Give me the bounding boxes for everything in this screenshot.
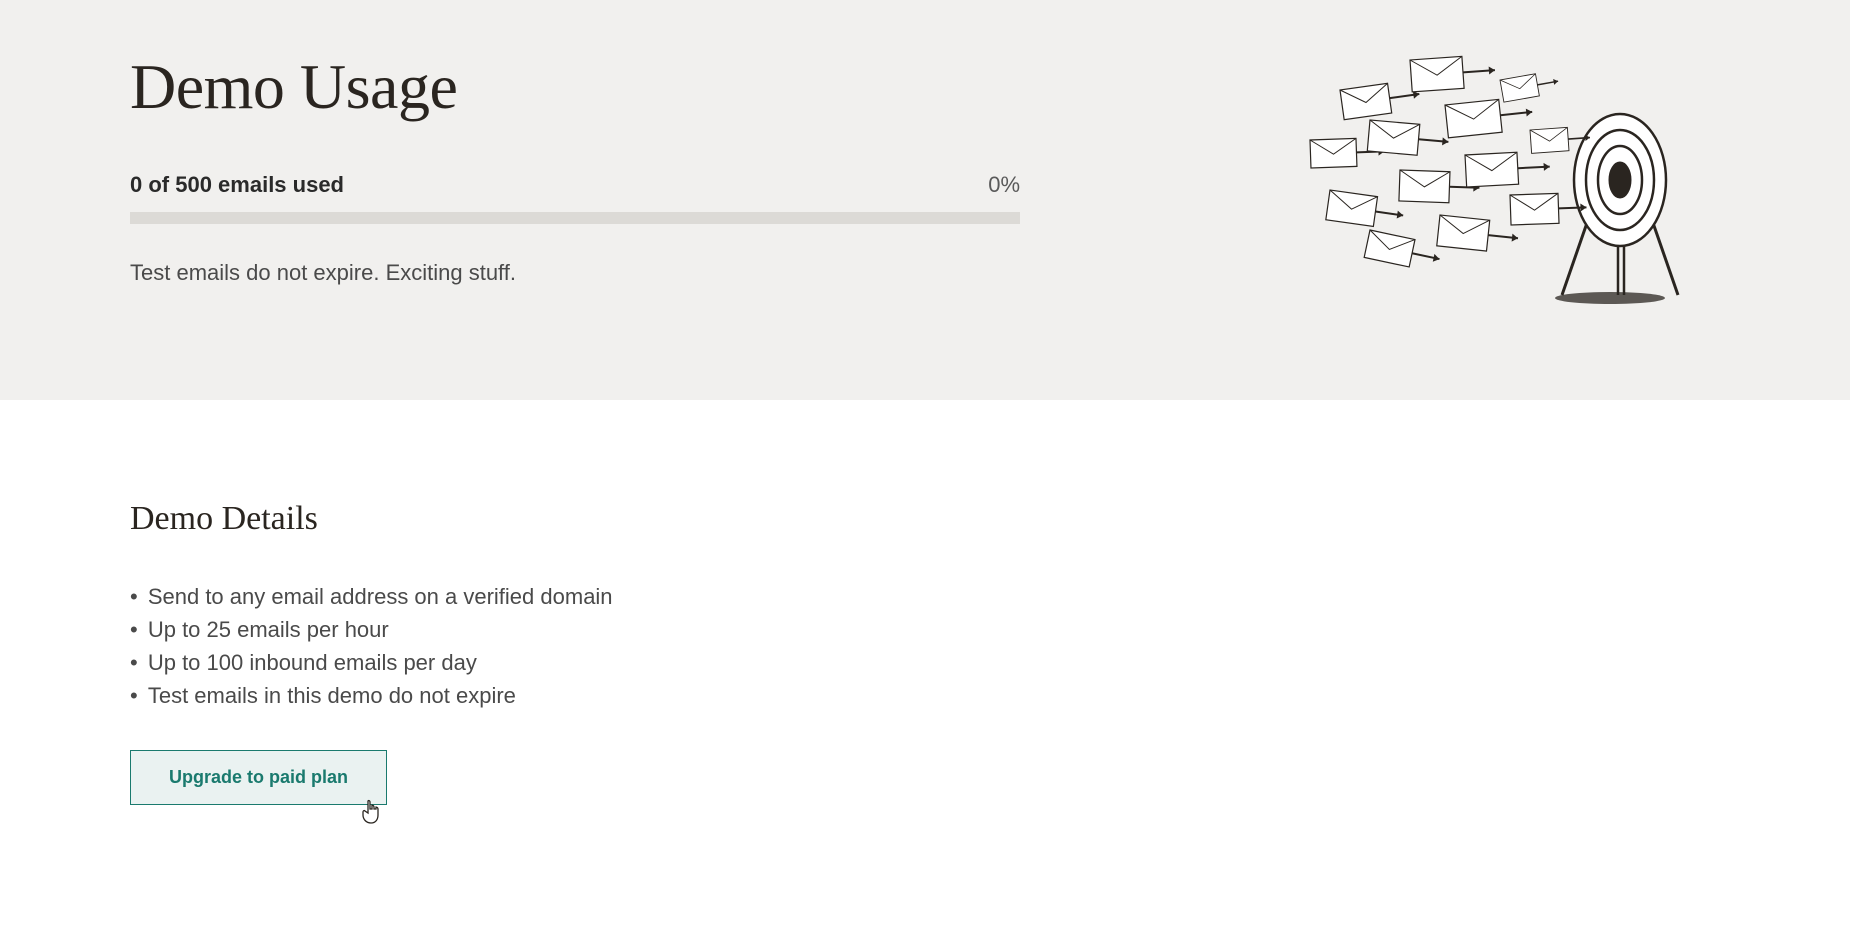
upgrade-button[interactable]: Upgrade to paid plan (130, 750, 387, 805)
usage-row: 0 of 500 emails used 0% (130, 172, 1020, 198)
page-title: Demo Usage (130, 50, 1020, 124)
progress-bar (130, 212, 1020, 224)
usage-note: Test emails do not expire. Exciting stuf… (130, 260, 1020, 286)
details-title: Demo Details (130, 500, 1720, 538)
cursor-pointer-icon (360, 799, 1850, 830)
details-section: Demo Details Send to any email address o… (0, 400, 1850, 896)
details-item: Test emails in this demo do not expire (130, 679, 1720, 712)
usage-text: 0 of 500 emails used (130, 172, 344, 198)
details-item: Up to 25 emails per hour (130, 613, 1720, 646)
envelopes-target-illustration (1300, 50, 1720, 310)
usage-percent: 0% (988, 172, 1020, 198)
hero-content: Demo Usage 0 of 500 emails used 0% Test … (130, 50, 1020, 286)
details-list: Send to any email address on a verified … (130, 580, 1720, 712)
details-item: Send to any email address on a verified … (130, 580, 1720, 613)
details-item: Up to 100 inbound emails per day (130, 646, 1720, 679)
hero-section: Demo Usage 0 of 500 emails used 0% Test … (0, 0, 1850, 400)
